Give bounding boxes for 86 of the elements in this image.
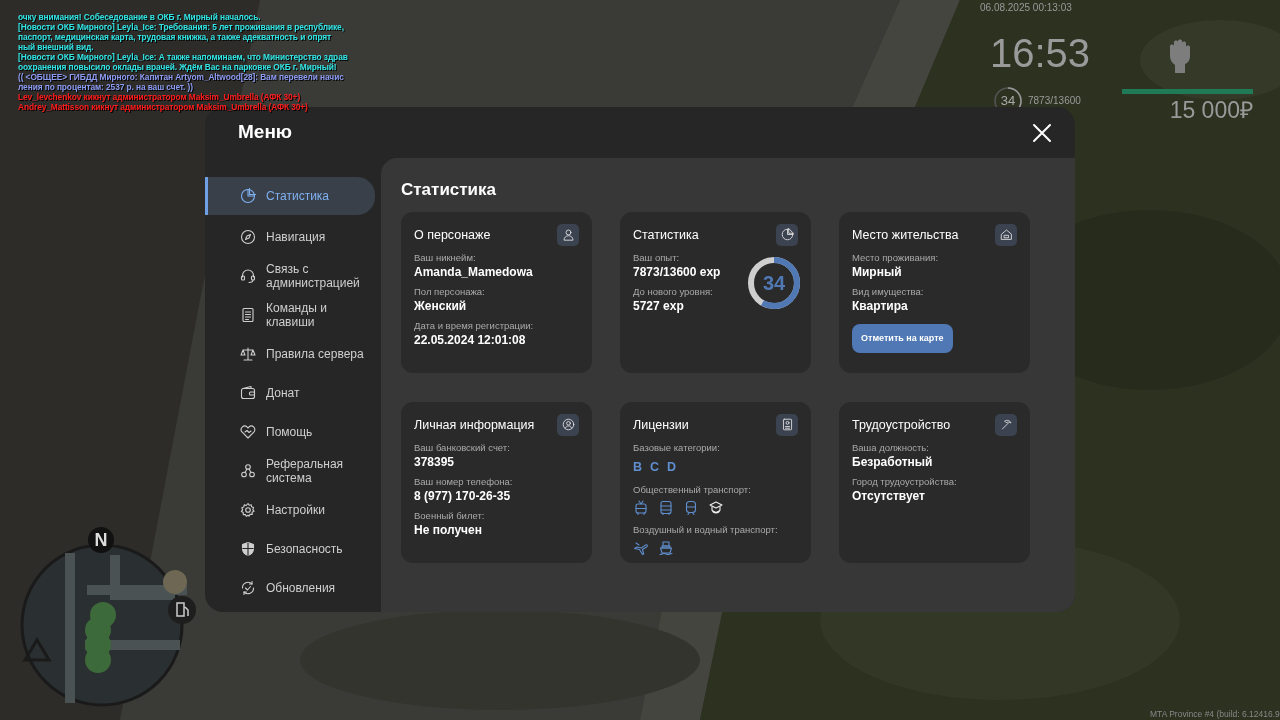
chat-message: [Новости ОКБ Мирного] Leyla_Ice: А также напоминаем, что Министерство здрав (18, 52, 348, 62)
id-card-icon (780, 418, 794, 431)
field-value: Отсутствует (852, 487, 926, 504)
field-value: Мирный (852, 263, 903, 280)
clock: 16:53 (990, 30, 1091, 76)
compass-icon (240, 228, 256, 245)
chat-message: Andrey_Mattisson кикнут администратором Maksim_Umbrella (АФК 30+) (18, 102, 309, 112)
chat-message: ный внешний вид. (18, 42, 95, 52)
user-icon (561, 228, 575, 241)
field-label: Военный билет: (414, 509, 486, 522)
field-label: Ваш номер телефона: (414, 475, 513, 488)
field-value: Безработный (852, 453, 934, 470)
chat-message: (( <ОБЩЕЕ> ГИБДД Мирного: Капитан Artyom_Altwood[28]: Вам перевели начис (18, 72, 345, 82)
document-icon (240, 306, 256, 323)
scales-icon (240, 345, 256, 362)
sidebar-item[interactable]: Связь с администрацией (205, 258, 375, 293)
shield-icon (240, 540, 256, 557)
field-label: Ваш никнейм: (414, 251, 477, 264)
chat-message: оохранения повысило оклады врачей. Ждём Вас на парковке ОКБ г. Мирный! (18, 62, 338, 72)
date-time: 06.08.2025 00:13:03 (980, 1, 1072, 15)
field-label: Город трудоустройства: (852, 475, 957, 488)
card-title: Личная информация (414, 416, 535, 434)
sidebar-item[interactable]: Настройки (205, 492, 375, 527)
field-label: Ваш опыт: (633, 251, 681, 264)
card-title: Статистика (633, 226, 699, 244)
field-value: 5727 exp (633, 297, 685, 314)
field-label: Дата и время регистрации: (414, 319, 534, 332)
sidebar-item[interactable]: Статистика (205, 177, 375, 215)
level-ring (747, 255, 801, 310)
field-label: Ваша должность: (852, 441, 930, 454)
sidebar-item[interactable]: Донат (205, 375, 375, 410)
build-label: MTA Province #4 (build: 6.12416.9 (1150, 709, 1280, 719)
headset-icon (240, 267, 256, 284)
field-label: До нового уровня: (633, 285, 714, 298)
refresh-icon (240, 579, 256, 596)
level-number: 34 (761, 270, 787, 296)
field-value: Amanda_Mamedowa (414, 263, 534, 280)
chat-message: Lev_levchenkov кикнут администратором Maksim_Umbrella (АФК 30+) (18, 92, 302, 102)
license-category: D (667, 458, 677, 476)
close-button[interactable] (1031, 121, 1053, 144)
sidebar-item[interactable]: Команды и клавиши (205, 297, 375, 332)
sidebar-item[interactable]: Обновления (205, 570, 375, 605)
money-amount: 15 000₽ (1169, 96, 1253, 124)
level-number: 34 (999, 92, 1017, 110)
field-label: Базовые категории: (633, 441, 721, 454)
field-label: Вид имущества: (852, 285, 925, 298)
sidebar-item[interactable]: Правила сервера (205, 336, 375, 371)
chat-message: паспорт, медицинская карта, трудовая книжка, а также адекватность и опрят (18, 32, 333, 42)
page-title: Статистика (401, 179, 498, 201)
field-value: Квартира (852, 297, 909, 314)
network-icon (240, 462, 256, 479)
house-icon (999, 228, 1013, 241)
card-title: Лицензии (633, 416, 689, 434)
license-category: B (633, 458, 643, 476)
sidebar-item[interactable]: Навигация (205, 219, 375, 254)
sidebar-item[interactable]: Реферальная система (205, 453, 375, 488)
chat-message: ления по процентам: 2537 р. на ваш счет. )) (18, 82, 194, 92)
field-value: 22.05.2024 12:01:08 (414, 331, 527, 348)
mark-on-map-button[interactable]: Отметить на карте (852, 323, 953, 353)
settings-icon (240, 501, 256, 518)
experience-counter: 7873/13600 (1028, 94, 1081, 108)
license-category: C (650, 458, 660, 476)
field-label: Пол персонажа: (414, 285, 486, 298)
pickaxe-icon (999, 418, 1013, 431)
field-label: Воздушный и водный транспорт: (633, 524, 778, 537)
menu-title: Меню (238, 120, 293, 145)
card-title: Место жительства (852, 226, 959, 244)
field-value: Не получен (414, 521, 483, 538)
field-value: Женский (414, 297, 468, 314)
pie-chart-icon (780, 228, 794, 241)
card-title: Трудоустройство (852, 416, 951, 434)
card-title: О персонаже (414, 226, 491, 244)
field-value: 7873/13600 exp (633, 263, 721, 280)
chat-message: очку внимания! Собеседование в ОКБ г. Мирный началось. (18, 12, 262, 22)
sidebar-item[interactable]: Безопасность (205, 531, 375, 566)
wallet-icon (240, 384, 256, 401)
field-label: Ваш банковский счет: (414, 441, 511, 454)
heart-icon (240, 423, 256, 440)
field-label: Общественный транспорт: (633, 484, 752, 497)
field-label: Место проживания: (852, 251, 940, 264)
chat-message: [Новости ОКБ Мирного] Leyla_Ice: Требования: 5 лет проживания в республике, (18, 22, 345, 32)
field-value: 378395 (414, 453, 456, 470)
sidebar-item[interactable]: Помощь (205, 414, 375, 449)
field-value: 8 (977) 170-26-35 (414, 487, 512, 504)
pie-chart-icon (240, 188, 256, 204)
user-circle-icon (561, 418, 575, 431)
